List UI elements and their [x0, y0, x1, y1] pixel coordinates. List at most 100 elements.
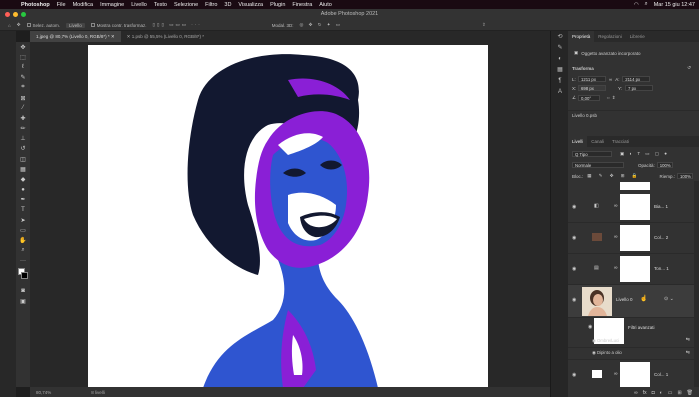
- layer-row-colore-1[interactable]: ◉ ∞ Col... 1: [568, 360, 694, 387]
- menu-immagine[interactable]: Immagine: [100, 2, 124, 8]
- menu-finestra[interactable]: Finestra: [292, 2, 312, 8]
- shape-tool-icon[interactable]: ▭: [16, 225, 30, 235]
- layer-filter-select[interactable]: Q Tipo: [572, 151, 612, 157]
- document-canvas[interactable]: [88, 45, 488, 388]
- hand-tool-icon[interactable]: ✋: [16, 236, 30, 246]
- new-adjustment-icon[interactable]: ◐: [660, 390, 663, 396]
- new-group-icon[interactable]: ▭: [668, 390, 673, 396]
- menu-livello[interactable]: Livello: [131, 2, 147, 8]
- close-icon[interactable]: ✕: [127, 34, 131, 39]
- reset-icon[interactable]: ↺: [687, 65, 691, 71]
- zoom-window-button[interactable]: [21, 12, 26, 17]
- y-field[interactable]: 7 px: [625, 85, 653, 91]
- close-window-button[interactable]: [5, 12, 10, 17]
- quick-select-icon[interactable]: ✎: [16, 73, 30, 83]
- target-select[interactable]: Livello: [66, 22, 85, 28]
- eye-icon[interactable]: ◉: [592, 350, 596, 355]
- fill-field[interactable]: 100%: [677, 173, 693, 179]
- quick-mask-icon[interactable]: ◙: [16, 286, 30, 296]
- opacity-field[interactable]: 100%: [656, 162, 673, 168]
- angle-field[interactable]: 0,00°: [578, 95, 600, 101]
- menu-app[interactable]: Photoshop: [21, 2, 50, 8]
- eyedropper-icon[interactable]: ⁄: [16, 103, 30, 113]
- menu-testo[interactable]: Testo: [154, 2, 167, 8]
- menu-aiuto[interactable]: Aiuto: [319, 2, 332, 8]
- eye-icon[interactable]: ◉: [572, 297, 578, 303]
- home-icon[interactable]: ⌂: [8, 23, 11, 28]
- filter-icons[interactable]: ▣ ◐ T ▭ ▢ ●: [620, 151, 669, 157]
- wifi-icon[interactable]: ◠: [634, 2, 639, 8]
- paragraph-icon[interactable]: ¶: [551, 75, 569, 86]
- tab-channels[interactable]: Canali: [587, 136, 608, 147]
- swatches-icon[interactable]: ▦: [551, 64, 569, 75]
- filter-effect-ombre[interactable]: ◉ Ombre/Luci: [592, 338, 619, 344]
- layer-name[interactable]: Livello 0: [616, 297, 633, 302]
- brush-tool-icon[interactable]: ✏: [16, 124, 30, 134]
- tab-document-2[interactable]: ✕ 1.psb @ 55,5% (Livello 0, RGB/8*) *: [121, 31, 210, 42]
- frame-tool-icon[interactable]: ⊠: [16, 93, 30, 103]
- layer-name[interactable]: Col... 2: [654, 235, 668, 240]
- move-tool-icon[interactable]: ✥: [16, 42, 30, 52]
- layer-row-filtri-avanzati[interactable]: ◉ Filtri avanzati ◉ Ombre/Luci ⇋: [568, 318, 694, 348]
- move-tool-icon[interactable]: ✥: [17, 22, 21, 28]
- filter-options-icon[interactable]: ⇋: [686, 350, 690, 356]
- filter-effect-dipinto[interactable]: ◉ Dipinto a olio: [592, 350, 622, 356]
- dodge-tool-icon[interactable]: ●: [16, 185, 30, 195]
- blend-mode-select[interactable]: Normale: [572, 162, 624, 168]
- more-tools-icon[interactable]: ···: [16, 256, 30, 266]
- zoom-level[interactable]: 80,74%: [36, 390, 51, 395]
- character-icon[interactable]: A: [551, 86, 569, 97]
- link-icon[interactable]: ∞: [609, 77, 612, 82]
- history-brush-icon[interactable]: ↺: [16, 144, 30, 154]
- zoom-tool-icon[interactable]: ⌕: [16, 246, 30, 256]
- smart-filter-icon[interactable]: ⊙ ⌄: [664, 296, 674, 302]
- layer-row-livello-0[interactable]: ◉ Livello 0 ☝ ⊙ ⌄: [568, 285, 694, 318]
- 3d-icons[interactable]: ◎ ✥ ↻ ✦ ▭: [300, 22, 343, 28]
- layer-row-bianco-nero[interactable]: ◉ ◧ ∞ Bia... 1: [568, 192, 694, 223]
- align-icons[interactable]: ▯▯▯ ▭▭▭ ···: [153, 22, 202, 28]
- eye-icon[interactable]: ◉: [572, 204, 578, 210]
- marquee-tool-icon[interactable]: ⬚: [16, 52, 30, 62]
- search-icon[interactable]: ⌕: [645, 1, 648, 8]
- x-field[interactable]: 698 px: [578, 85, 606, 91]
- path-select-icon[interactable]: ➤: [16, 215, 30, 225]
- close-icon[interactable]: ✕: [111, 34, 115, 39]
- filter-options-icon[interactable]: ⇋: [686, 337, 690, 343]
- transform-checkbox[interactable]: Mostra contr. trasformaz.: [90, 23, 147, 28]
- tab-layers[interactable]: Livelli: [568, 136, 588, 147]
- link-layers-icon[interactable]: ∞: [634, 390, 638, 396]
- eye-icon[interactable]: ◉: [572, 372, 578, 378]
- fx-icon[interactable]: fx: [643, 390, 647, 396]
- menu-selezione[interactable]: Selezione: [174, 2, 198, 8]
- tab-paths[interactable]: Tracciati: [608, 136, 633, 147]
- layer-row-tonalita[interactable]: ◉ ▤ ∞ Ton... 1: [568, 254, 694, 285]
- color-swatches[interactable]: [16, 266, 30, 286]
- screen-mode-icon[interactable]: ▣: [16, 296, 30, 306]
- document-info[interactable]: 8 livelli: [91, 390, 105, 395]
- pen-tool-icon[interactable]: ✒: [16, 195, 30, 205]
- clock[interactable]: Mar 15 giu 12:47: [654, 2, 695, 8]
- eye-icon[interactable]: ◉: [592, 338, 596, 343]
- layer-name[interactable]: Bia... 1: [654, 204, 668, 209]
- eraser-icon[interactable]: ◫: [16, 154, 30, 164]
- tab-libraries[interactable]: Librerie: [626, 31, 649, 42]
- lock-icons[interactable]: ▦ ✎ ✥ ⊞ 🔒: [587, 173, 640, 179]
- menu-3d[interactable]: 3D: [224, 2, 231, 8]
- trash-icon[interactable]: 🗑: [687, 390, 693, 396]
- adjustments-icon[interactable]: ◐: [551, 53, 569, 64]
- gradient-icon[interactable]: ▦: [16, 164, 30, 174]
- menu-file[interactable]: File: [57, 2, 66, 8]
- lasso-tool-icon[interactable]: ℓ: [16, 62, 30, 72]
- layer-name[interactable]: Col... 1: [654, 372, 668, 377]
- menu-visualizza[interactable]: Visualizza: [238, 2, 263, 8]
- menu-filtro[interactable]: Filtro: [205, 2, 217, 8]
- stamp-tool-icon[interactable]: ⊥: [16, 134, 30, 144]
- blur-tool-icon[interactable]: ◆: [16, 174, 30, 184]
- type-tool-icon[interactable]: T: [16, 205, 30, 215]
- add-mask-icon[interactable]: ◘: [652, 390, 655, 396]
- crop-tool-icon[interactable]: ⌗: [16, 83, 30, 93]
- tab-properties[interactable]: Proprietà: [568, 31, 595, 42]
- flip-icons[interactable]: ⇔ ⇕: [606, 95, 616, 101]
- brush-settings-icon[interactable]: ✎: [551, 42, 569, 53]
- minimize-window-button[interactable]: [13, 12, 18, 17]
